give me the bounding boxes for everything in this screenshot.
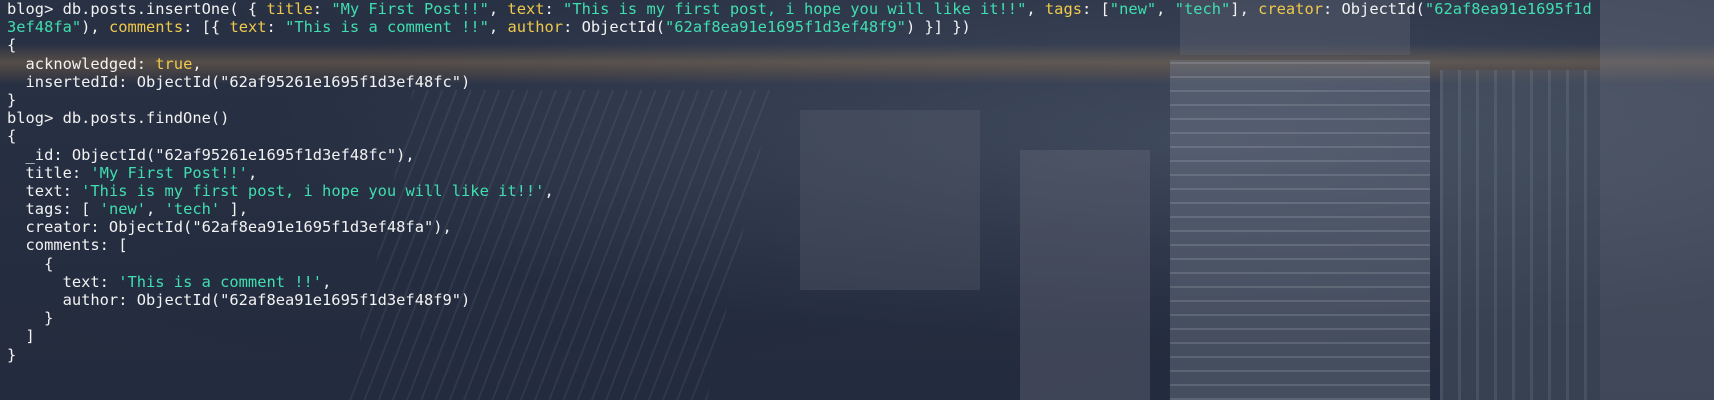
terminal-text-string: "tech" <box>1174 0 1231 18</box>
terminal-text-key: text <box>507 0 545 18</box>
terminal-text-key: title <box>266 0 313 18</box>
terminal-line: { <box>7 36 1707 54</box>
terminal-text-string: "new" <box>1109 0 1157 18</box>
terminal-text-plain: ], <box>220 200 248 219</box>
terminal-text-plain: text: <box>7 272 119 291</box>
terminal-text-plain: } <box>7 90 17 109</box>
terminal-text-string: 'This is a comment !!' <box>118 272 323 291</box>
terminal-text-string: "62af8ea91e1695f1d <box>1424 0 1592 18</box>
terminal-text-plain: : ObjectId( <box>563 18 666 37</box>
terminal-text-key: author <box>507 18 564 37</box>
terminal-text-string: 'new' <box>99 200 147 219</box>
terminal-text-plain: acknowledged: <box>7 54 156 73</box>
terminal-output[interactable]: blog> db.posts.insertOne( { title: "My F… <box>7 0 1707 364</box>
terminal-line: blog> db.posts.findOne() <box>7 109 1707 127</box>
terminal-line: acknowledged: true, <box>7 55 1707 73</box>
terminal-text-plain: , <box>146 200 165 219</box>
terminal-text-plain: , <box>1156 0 1175 18</box>
terminal-text-key: creator <box>1258 0 1323 18</box>
terminal-line: title: 'My First Post!!', <box>7 164 1707 182</box>
terminal-text-plain: , <box>488 0 508 18</box>
terminal-text-string: 'This is my first post, i hope you will … <box>81 181 545 200</box>
terminal-text-plain: ], <box>1230 0 1259 18</box>
terminal-text-key: comments <box>108 18 184 37</box>
terminal-text-plain: : <box>544 0 564 18</box>
terminal-text-plain: } <box>7 345 17 364</box>
terminal-window[interactable]: blog> db.posts.insertOne( { title: "My F… <box>0 0 1714 400</box>
terminal-text-plain: } <box>7 309 54 328</box>
terminal-text-plain: : <box>312 0 332 18</box>
terminal-line: blog> db.posts.insertOne( { title: "My F… <box>7 0 1707 18</box>
terminal-text-plain: ] <box>7 327 35 346</box>
terminal-line: insertedId: ObjectId("62af95261e1695f1d3… <box>7 73 1707 91</box>
terminal-text-plain: , <box>1026 0 1045 18</box>
terminal-line: creator: ObjectId("62af8ea91e1695f1d3ef4… <box>7 218 1707 236</box>
terminal-text-string: 'My First Post!!' <box>90 163 248 182</box>
terminal-text-string: "This is a comment !!" <box>285 18 489 37</box>
terminal-text-plain: blog> db.posts.insertOne( { <box>7 0 267 18</box>
terminal-text-plain: author: ObjectId("62af8ea91e1695f1d3ef48… <box>7 291 471 309</box>
terminal-line: { <box>7 255 1707 273</box>
terminal-text-plain: text: <box>7 181 82 200</box>
terminal-text-string: "62af8ea91e1695f1d3ef48f9" <box>665 18 906 37</box>
terminal-text-plain: : [ <box>1081 0 1110 18</box>
terminal-text-plain: : <box>266 18 286 37</box>
terminal-text-string: "This is my first post, i hope you will … <box>563 0 1027 18</box>
terminal-line: } <box>7 346 1707 364</box>
terminal-line: author: ObjectId("62af8ea91e1695f1d3ef48… <box>7 291 1707 309</box>
terminal-text-plain: , <box>544 181 554 200</box>
terminal-text-string: "My First Post!!" <box>331 0 489 18</box>
terminal-text-plain: ), <box>81 18 109 37</box>
terminal-text-plain: , <box>247 163 258 182</box>
terminal-line: tags: [ 'new', 'tech' ], <box>7 200 1707 218</box>
terminal-text-plain: , <box>488 18 508 37</box>
terminal-line: text: 'This is my first post, i hope you… <box>7 182 1707 200</box>
terminal-text-key: tags <box>1044 0 1082 18</box>
terminal-text-key: text <box>229 18 267 37</box>
terminal-line: 3ef48fa"), comments: [{ text: "This is a… <box>7 18 1707 36</box>
terminal-text-plain: { <box>7 36 17 55</box>
terminal-text-plain: : ObjectId( <box>1322 0 1425 18</box>
terminal-text-plain: , <box>322 272 332 291</box>
terminal-text-plain: title: <box>7 163 91 182</box>
terminal-text-plain: creator: ObjectId("62af8ea91e1695f1d3ef4… <box>7 218 452 237</box>
terminal-line: text: 'This is a comment !!', <box>7 273 1707 291</box>
terminal-text-plain: : [{ <box>183 18 230 37</box>
terminal-text-plain: , <box>192 54 202 73</box>
terminal-text-plain: comments: [ <box>7 236 128 255</box>
terminal-text-plain: _id: ObjectId("62af95261e1695f1d3ef48fc"… <box>7 145 415 164</box>
terminal-line: } <box>7 91 1707 109</box>
terminal-line: _id: ObjectId("62af95261e1695f1d3ef48fc"… <box>7 146 1707 164</box>
terminal-line: comments: [ <box>7 236 1707 254</box>
terminal-text-plain: insertedId: ObjectId("62af95261e1695f1d3… <box>7 72 471 91</box>
terminal-line: ] <box>7 327 1707 345</box>
terminal-text-plain: { <box>7 254 54 273</box>
terminal-line: } <box>7 309 1707 327</box>
terminal-text-string: 'tech' <box>164 200 221 219</box>
terminal-text-plain: ) }] }) <box>905 18 971 37</box>
terminal-text-bool: true <box>155 54 193 73</box>
terminal-text-plain: blog> db.posts.findOne() <box>7 109 230 128</box>
terminal-text-plain: { <box>7 127 17 146</box>
terminal-line: { <box>7 127 1707 145</box>
terminal-text-plain: tags: [ <box>7 200 100 219</box>
terminal-text-string: 3ef48fa" <box>7 18 82 37</box>
